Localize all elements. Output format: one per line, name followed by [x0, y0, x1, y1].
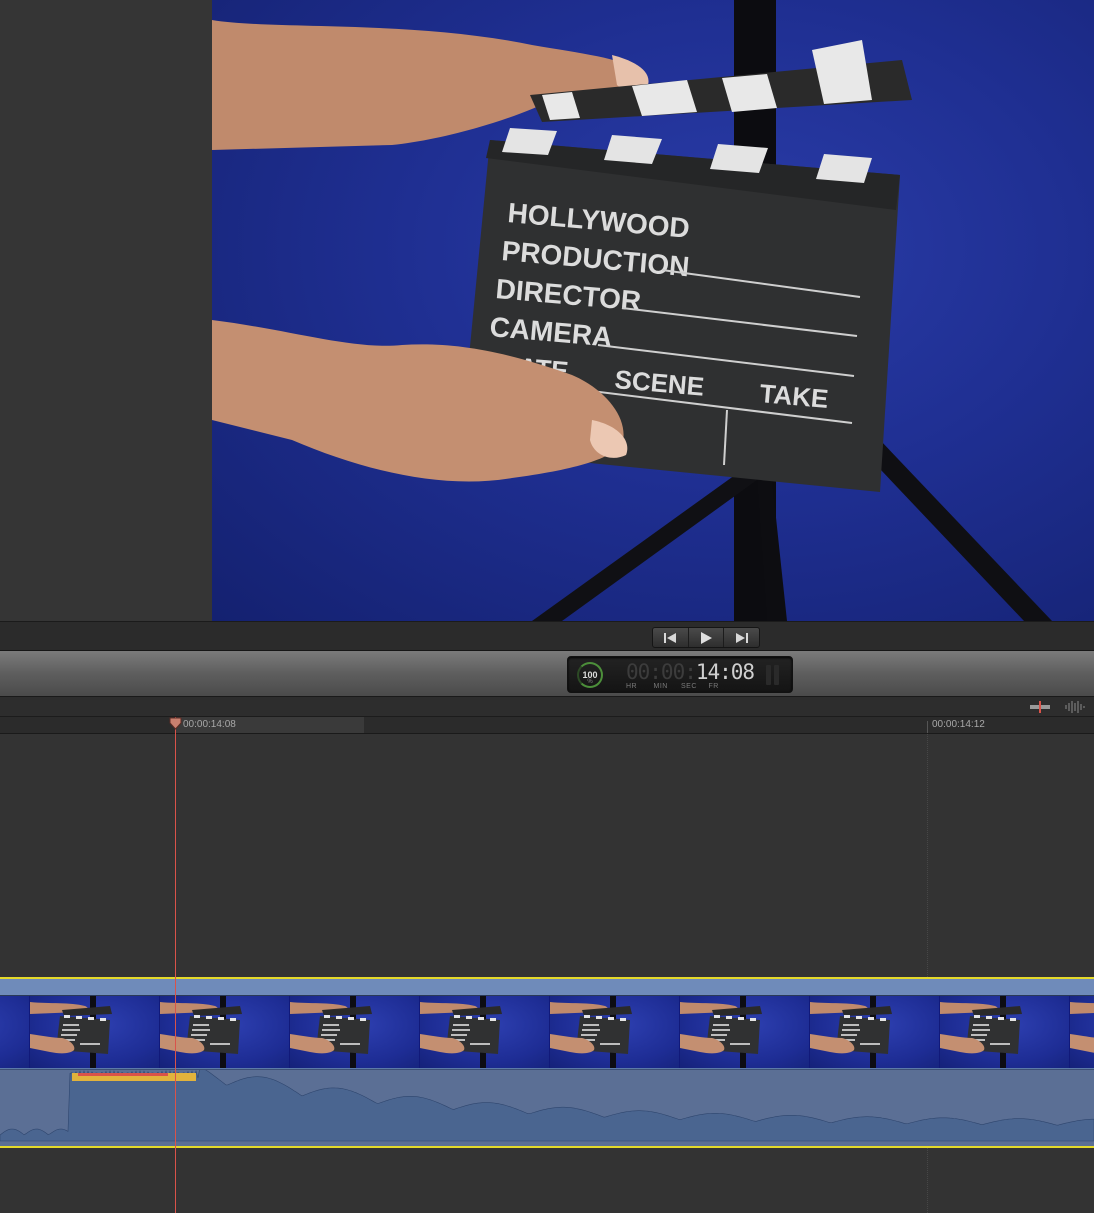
filmstrip-frame [159, 996, 289, 1068]
unit-fr: FR [708, 683, 719, 690]
clip-audio-waveform [0, 1069, 1094, 1146]
ruler-playhead-time: 00:00:14:08 [183, 719, 236, 730]
dashboard-bar: 100 % 00:00:14:08 HR MIN SEC FR [0, 651, 1094, 697]
timecode-lit-digits: 14:08 [695, 660, 755, 684]
skip-forward-icon [735, 632, 748, 643]
clip-filmstrip [0, 996, 1094, 1068]
filmstrip-frame [29, 996, 159, 1068]
audio-skimming-icon[interactable] [1064, 700, 1086, 714]
timecode-display[interactable]: 100 % 00:00:14:08 HR MIN SEC FR [567, 656, 793, 693]
ruler-end-time: 00:00:14:12 [932, 719, 985, 730]
filmstrip-frame [289, 996, 419, 1068]
clip-header [0, 979, 1094, 996]
viewer-letterbox [0, 0, 212, 621]
ruler-tick [927, 721, 928, 733]
filmstrip-frame [1069, 996, 1094, 1068]
timecode-dim-digits: 00:00: [626, 660, 697, 684]
viewer-image: HOLLYWOOD PRODUCTION DIRECTOR CAMERA DAT… [212, 0, 1052, 621]
filmstrip-frame [679, 996, 809, 1068]
transport-bar [0, 621, 1094, 651]
unit-min: MIN [653, 683, 668, 690]
audio-meter-icon[interactable] [766, 665, 782, 685]
filmstrip-frame [809, 996, 939, 1068]
video-clip[interactable] [0, 977, 1094, 1148]
background-tasks-gauge[interactable]: 100 % [577, 662, 603, 688]
timeline-toolbar [0, 697, 1094, 717]
timecode-units: HR MIN SEC FR [626, 683, 736, 690]
viewer-video-frame[interactable]: HOLLYWOOD PRODUCTION DIRECTOR CAMERA DAT… [212, 0, 1094, 621]
unit-sec: SEC [681, 683, 697, 690]
final-cut-window: HOLLYWOOD PRODUCTION DIRECTOR CAMERA DAT… [0, 0, 1094, 1213]
go-to-end-button[interactable] [724, 628, 759, 647]
filmstrip-frame [419, 996, 549, 1068]
skip-back-icon [664, 632, 677, 643]
filmstrip-frame [939, 996, 1069, 1068]
go-to-start-button[interactable] [653, 628, 689, 647]
play-button[interactable] [689, 628, 725, 647]
timeline-ruler[interactable]: 00:00:14:08 00:00:14:12 [0, 717, 1094, 734]
waveform-clipping [78, 1073, 168, 1076]
slate-col-take: TAKE [758, 378, 829, 414]
play-icon [701, 631, 712, 644]
filmstrip-frame [549, 996, 679, 1068]
playhead-handle-icon[interactable] [169, 717, 182, 730]
waveform-graphic [0, 1069, 1094, 1142]
gauge-unit: % [587, 679, 593, 685]
skimming-icon[interactable] [1029, 701, 1051, 713]
unit-hr: HR [626, 683, 638, 690]
timecode-value: 00:00:14:08 [626, 660, 755, 684]
transport-controls [652, 627, 760, 648]
filmstrip-frame [0, 996, 29, 1068]
playhead-line[interactable] [175, 717, 176, 1213]
